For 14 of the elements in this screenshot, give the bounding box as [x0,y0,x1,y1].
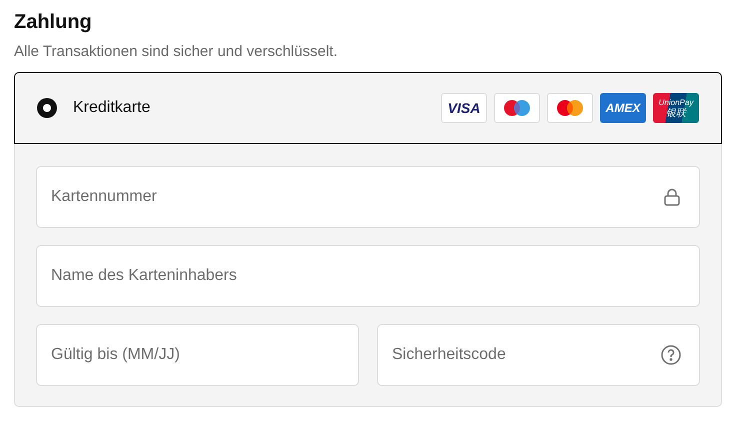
mastercard-logo [547,93,593,123]
input-field[interactable]: Kartennummer [36,166,700,228]
section-heading: Zahlung [14,10,93,35]
lock-icon [662,187,682,207]
visa-logo: VISA [441,93,487,123]
input-field[interactable]: Sicherheitscode [377,324,700,386]
subtitle: Alle Transaktionen sind sicher und verschlüsselt. [14,42,338,62]
input-field[interactable]: Name des Karteninhabers [36,245,700,307]
radio-button[interactable] [37,98,57,118]
maestro-logo [494,93,540,123]
input-field[interactable]: Gültig bis (MM/JJ) [36,324,359,386]
payment-option-label: Kreditkarte [73,98,150,118]
amex-logo: AMEX [600,93,646,123]
help-icon [660,344,682,366]
